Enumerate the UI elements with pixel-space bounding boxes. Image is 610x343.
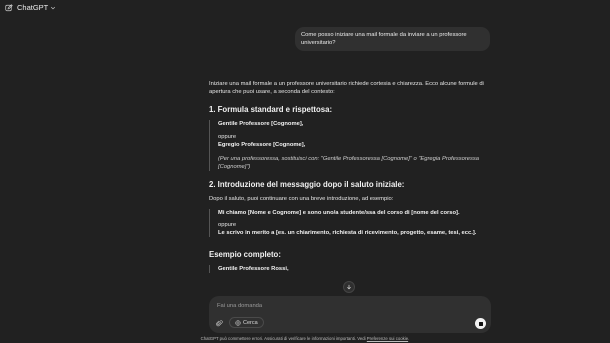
attach-button[interactable] (214, 318, 224, 328)
quote-line: Mi chiamo [Nome e Cognome] e sono uno/a … (218, 210, 460, 216)
stop-icon (478, 321, 483, 326)
composer: Cerca (209, 296, 491, 333)
quote-note: (Per una professoressa, sostituisci con:… (218, 156, 480, 170)
globe-icon (235, 319, 241, 326)
app-title: ChatGPT (17, 3, 49, 12)
disclaimer-text: ChatGPT può commettere errori. Assicurat… (200, 336, 367, 341)
paperclip-icon (215, 319, 223, 326)
new-chat-icon[interactable] (5, 4, 13, 12)
section-heading: Esempio completo: (209, 250, 281, 259)
section-heading: 2. Introduzione del messaggio dopo il sa… (209, 180, 405, 189)
quote-line: Le scrivo in merito a [es. un chiariment… (218, 230, 477, 236)
blockquote: Mi chiamo [Nome e Cognome] e sono uno/a … (209, 209, 489, 237)
search-label: Cerca (243, 319, 258, 326)
blockquote: Gentile Professore [Cognome], oppure Egr… (209, 120, 489, 171)
quote-line: Gentile Professore Rossi, (218, 266, 289, 272)
search-button[interactable]: Cerca (229, 317, 264, 328)
quote-connector: oppure (218, 222, 237, 228)
stop-button[interactable] (475, 318, 486, 329)
blockquote: Gentile Professore Rossi, (209, 265, 489, 273)
user-message: Come posso iniziare una mail formale da … (295, 27, 490, 51)
disclaimer: ChatGPT può commettere errori. Assicurat… (0, 336, 610, 341)
top-bar: ChatGPT (0, 0, 610, 16)
cookie-preferences-link[interactable]: Preferenze sui cookie (367, 336, 408, 341)
model-selector[interactable]: ChatGPT (17, 3, 56, 12)
quote-line: Egregio Professore [Cognome], (218, 142, 306, 148)
chevron-down-icon (51, 6, 56, 9)
disclaimer-end: . (408, 336, 410, 341)
quote-connector: oppure (218, 134, 237, 140)
answer-intro: Iniziare una mail formale a un professor… (209, 81, 484, 95)
section-intro: Dopo il saluto, puoi continuare con una … (209, 196, 394, 202)
section-heading: 1. Formula standard e rispettosa: (209, 105, 333, 114)
arrow-down-icon (347, 284, 351, 290)
quote-line: Gentile Professore [Cognome], (218, 121, 304, 127)
assistant-message: Iniziare una mail formale a un professor… (209, 80, 489, 281)
prompt-input[interactable] (217, 301, 417, 311)
scroll-to-bottom-button[interactable] (343, 281, 355, 293)
